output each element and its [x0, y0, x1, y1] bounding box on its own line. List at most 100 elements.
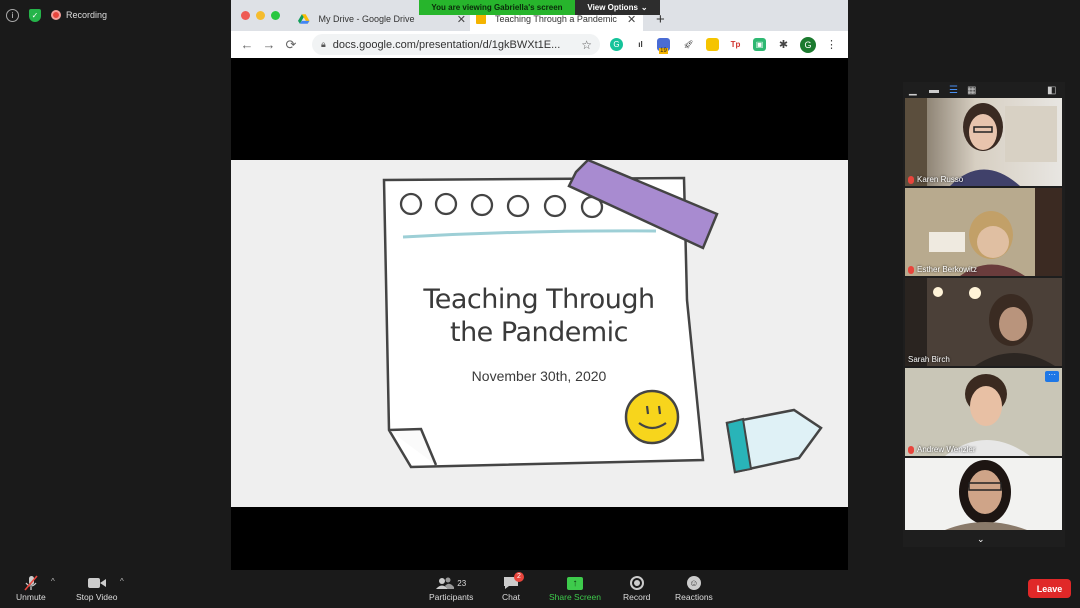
participant-tile[interactable]: Esther Berkowitz	[905, 188, 1062, 276]
reactions-label: Reactions	[675, 592, 713, 602]
forward-arrow-icon[interactable]: →	[258, 37, 280, 52]
gallery-view-icon[interactable]: ▦	[967, 85, 976, 96]
more-options-button[interactable]: ···	[1045, 371, 1059, 382]
participant-name-label: Sarah Birch	[908, 355, 950, 364]
participants-label: Participants	[429, 592, 474, 602]
chart-extension-icon[interactable]: ıl	[634, 38, 647, 51]
slide-title: Teaching Through the Pandemic	[412, 283, 666, 349]
minimize-icon[interactable]: ▁	[909, 85, 917, 96]
recording-indicator[interactable]: Recording	[51, 10, 107, 20]
chat-badge: 2	[513, 572, 524, 582]
speaker-view-icon[interactable]: ▬	[929, 85, 939, 96]
sticky-note-extension-icon[interactable]	[706, 38, 719, 51]
participant-video	[905, 188, 1062, 276]
participant-gallery: ▁ ▬ ☰ ▦ ◧ Karen Russo Esther Berkowitz S…	[903, 82, 1065, 547]
share-screen-icon: ↑	[566, 574, 583, 592]
record-button[interactable]: Record	[623, 574, 650, 602]
scroll-down-chevron-icon[interactable]: ⌄	[977, 534, 985, 545]
participant-tile[interactable]: Sarah Birch	[905, 278, 1062, 366]
url-text: docs.google.com/presentation/d/1gkBWXt1E…	[332, 38, 561, 51]
participant-video	[905, 458, 1062, 530]
viewing-screen-banner: You are viewing Gabriella's screen	[419, 0, 575, 15]
close-window-icon[interactable]	[241, 11, 250, 20]
participant-name: Andrew Wenzler	[917, 445, 976, 454]
chat-button[interactable]: 2 Chat	[502, 572, 524, 602]
stop-video-button[interactable]: Stop Video	[76, 574, 117, 602]
participant-video	[905, 368, 1062, 456]
layout-toggle-icon[interactable]: ◧	[1047, 85, 1056, 96]
rocket-extension-icon[interactable]: 🚀︎	[682, 38, 695, 51]
participant-name-label: Karen Russo	[908, 175, 963, 184]
chat-label: Chat	[502, 592, 520, 602]
participant-tile[interactable]: ··· Andrew Wenzler	[905, 368, 1062, 456]
unmute-label: Unmute	[16, 592, 46, 602]
browser-menu-icon[interactable]: ⋮	[825, 38, 838, 51]
muted-microphone-icon	[23, 574, 39, 592]
recording-label: Recording	[66, 10, 108, 20]
smiley-icon	[624, 389, 680, 445]
audio-options-caret-icon[interactable]: ^	[51, 577, 55, 586]
google-drive-icon	[298, 14, 310, 24]
meeting-status-bar: i ✓ Recording	[6, 6, 107, 24]
profile-avatar[interactable]: G	[800, 37, 816, 53]
muted-mic-icon	[908, 265, 914, 274]
shield-icon[interactable]: ✓	[29, 8, 41, 22]
leave-button[interactable]: Leave	[1028, 579, 1071, 598]
participant-tile[interactable]	[905, 458, 1062, 530]
tab-title: My Drive - Google Drive	[318, 14, 415, 24]
record-icon	[629, 574, 644, 592]
participant-name: Sarah Birch	[908, 355, 950, 364]
muted-mic-icon	[908, 445, 914, 454]
shared-screen: My Drive - Google Drive ✕ Teaching Throu…	[231, 0, 848, 570]
slide-title-line-1: Teaching Through	[423, 284, 655, 315]
participants-count: 23	[457, 578, 467, 588]
smiley-reactions-icon: ☺	[686, 574, 701, 592]
participant-name: Karen Russo	[917, 175, 964, 184]
bookmark-star-icon[interactable]: ☆	[581, 38, 592, 52]
video-options-caret-icon[interactable]: ^	[120, 577, 124, 586]
back-arrow-icon[interactable]: ←	[236, 37, 258, 52]
meeting-controls: Unmute ^ Stop Video ^ 23 Participants 2 …	[0, 570, 1080, 608]
muted-mic-icon	[908, 175, 914, 184]
slide-title-line-2: the Pandemic	[449, 317, 629, 348]
lock-icon: 🔒︎	[321, 39, 326, 49]
strip-view-icon[interactable]: ☰	[949, 85, 958, 96]
slide-date: November 30th, 2020	[471, 368, 607, 384]
participant-video	[905, 278, 1062, 366]
tp-extension-icon[interactable]: Tp	[729, 38, 742, 51]
minimize-window-icon[interactable]	[256, 11, 265, 20]
presentation-slide: Teaching Through the Pandemic November 3…	[231, 160, 848, 507]
view-options-label: View Options	[587, 3, 638, 12]
address-bar[interactable]: 🔒︎ docs.google.com/presentation/d/1gkBWX…	[312, 34, 600, 55]
participant-tile[interactable]: Karen Russo	[905, 98, 1062, 186]
eraser-icon	[725, 408, 823, 474]
gallery-header: ▁ ▬ ☰ ▦ ◧	[903, 82, 1065, 98]
unmute-button[interactable]: Unmute	[16, 574, 46, 602]
participants-icon: 23	[436, 574, 466, 592]
tab-title: Teaching Through a Pandemic	[495, 14, 617, 24]
video-camera-icon	[87, 574, 106, 592]
reload-icon[interactable]: ⟳	[280, 37, 302, 53]
stop-video-label: Stop Video	[76, 592, 118, 602]
participant-name-label: Andrew Wenzler	[908, 445, 976, 454]
maximize-window-icon[interactable]	[271, 11, 280, 20]
chevron-down-icon: ⌄	[640, 3, 648, 12]
extension-badge: 19	[659, 48, 668, 54]
share-screen-label: Share Screen	[549, 592, 601, 602]
participant-video	[905, 98, 1057, 186]
google-slides-icon	[476, 14, 486, 24]
puzzle-extensions-icon[interactable]: ✱	[777, 38, 790, 51]
calendar-extension-icon[interactable]: 19	[657, 38, 670, 54]
chat-icon: 2	[503, 572, 524, 592]
reactions-button[interactable]: ☺ Reactions	[675, 574, 713, 602]
record-dot-icon	[51, 10, 61, 20]
participant-name: Esther Berkowitz	[917, 265, 978, 274]
share-screen-button[interactable]: ↑ Share Screen	[549, 574, 601, 602]
checklist-extension-icon[interactable]: ▣	[753, 38, 766, 51]
grammarly-extension-icon[interactable]: G	[610, 38, 623, 51]
info-icon[interactable]: i	[6, 8, 19, 22]
participants-button[interactable]: 23 Participants	[429, 574, 473, 602]
record-label: Record	[623, 592, 651, 602]
participant-name-label: Esther Berkowitz	[908, 265, 977, 274]
view-options-button[interactable]: View Options ⌄	[575, 0, 660, 15]
